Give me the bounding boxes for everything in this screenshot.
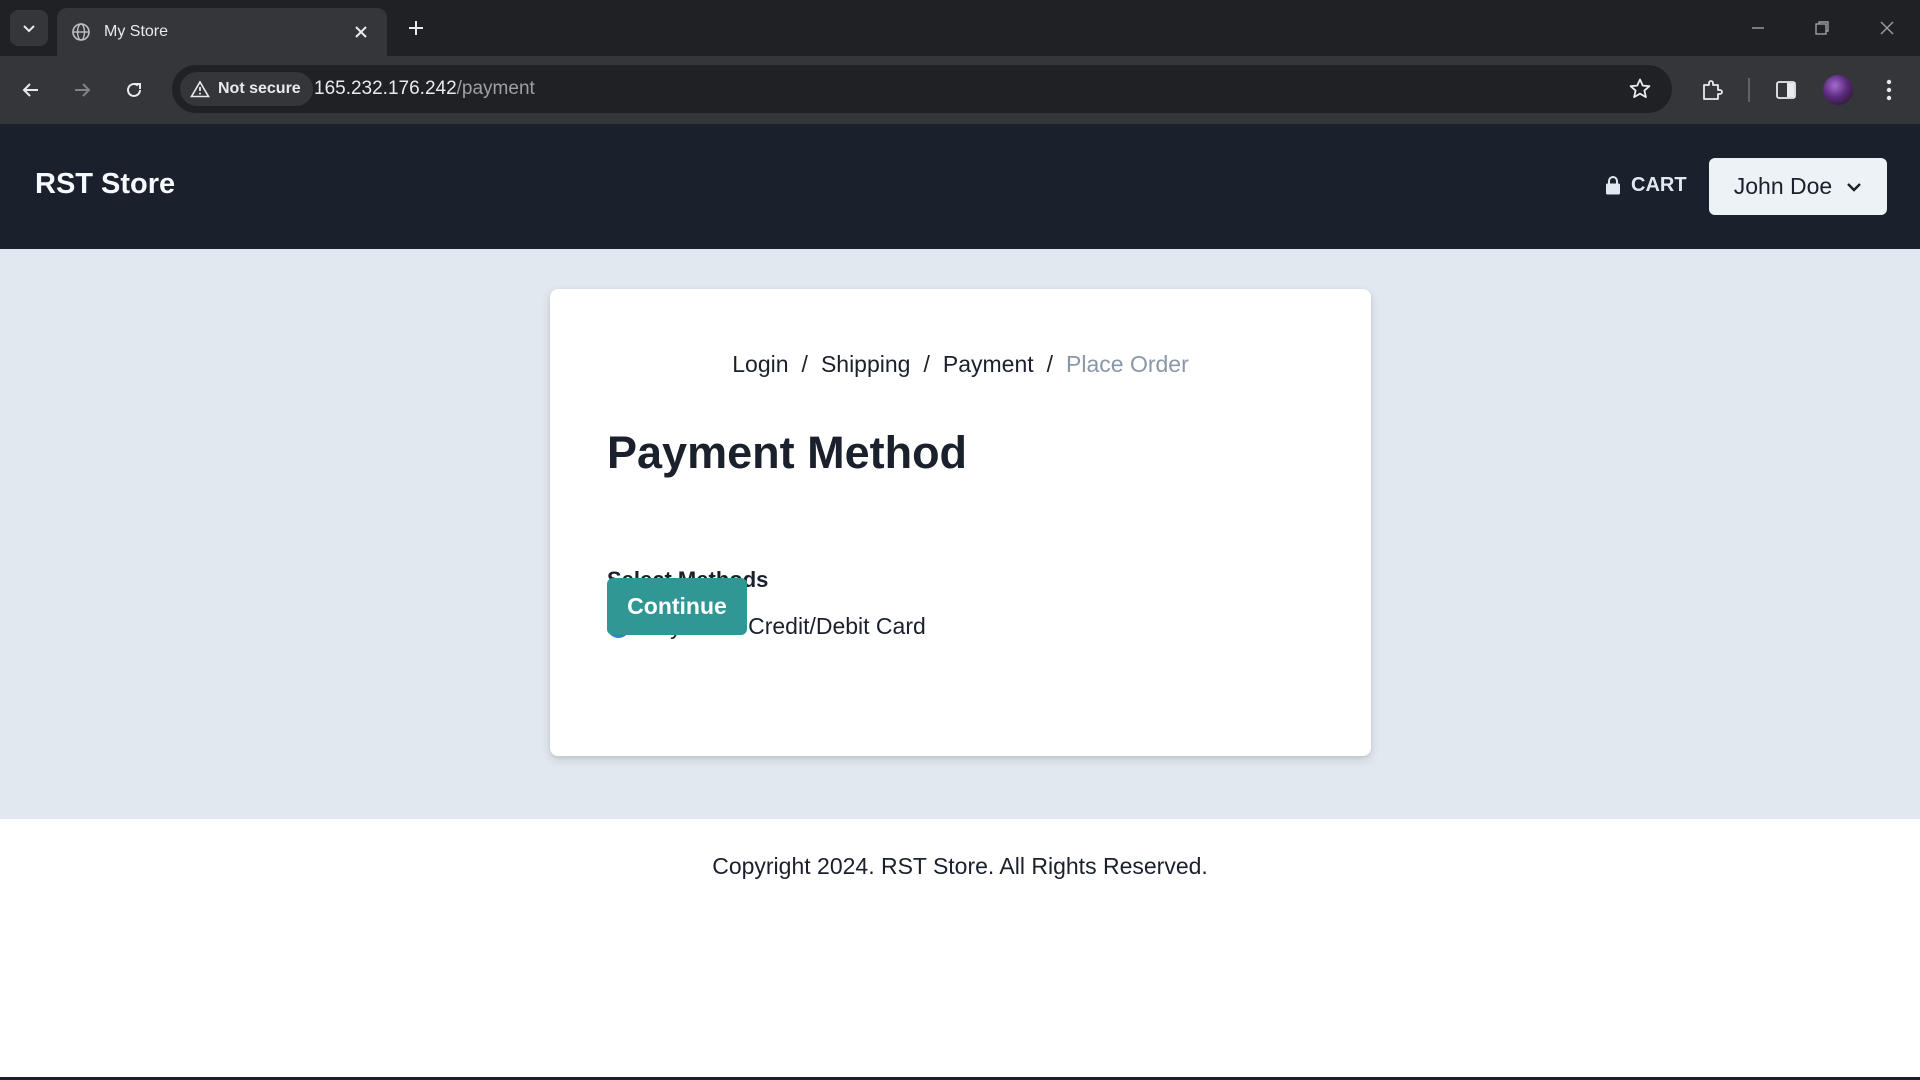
toolbar-divider	[1748, 78, 1750, 102]
minimize-icon	[1752, 27, 1764, 29]
user-name: John Doe	[1733, 173, 1833, 199]
forward-button[interactable]	[62, 70, 102, 110]
side-panel-button[interactable]	[1766, 70, 1806, 110]
arrow-right-icon	[75, 83, 91, 97]
breadcrumb-separator: /	[923, 351, 930, 377]
back-button[interactable]	[11, 70, 51, 110]
breadcrumb-separator: /	[1046, 351, 1054, 377]
security-indicator[interactable]: Not secure	[180, 72, 313, 106]
chevron-down-icon	[23, 25, 35, 33]
site-header: RST Store CART John Doe	[0, 124, 1920, 249]
user-menu-button[interactable]: John Doe	[1709, 158, 1887, 215]
copyright-text: Copyright 2024. RST Store. All Rights Re…	[712, 853, 1208, 879]
browser-tab[interactable]: My Store	[57, 8, 387, 56]
security-label: Not secure	[218, 80, 301, 97]
new-tab-button[interactable]	[402, 14, 430, 42]
shopping-bag-icon	[1605, 176, 1621, 195]
payment-card: Login / Shipping / Payment / Place Order…	[550, 289, 1371, 756]
tab-search-button[interactable]	[10, 10, 48, 46]
warning-icon	[190, 80, 210, 98]
more-vert-icon	[1886, 79, 1892, 101]
arrow-left-icon	[22, 83, 38, 97]
url-path: /payment	[456, 78, 535, 99]
url-host: 165.232.176.242	[314, 78, 457, 99]
main-content: Login / Shipping / Payment / Place Order…	[0, 249, 1920, 819]
tab-title: My Store	[104, 23, 169, 40]
checkout-steps-breadcrumb: Login / Shipping / Payment / Place Order	[550, 351, 1371, 378]
profile-button[interactable]	[1818, 70, 1858, 110]
step-login-link[interactable]: Login	[732, 351, 788, 378]
step-payment-link[interactable]: Payment	[943, 351, 1034, 378]
plus-icon	[409, 21, 423, 35]
avatar	[1823, 75, 1853, 105]
page-title: Payment Method	[607, 427, 968, 478]
cart-link[interactable]: CART	[1605, 174, 1687, 197]
url-text[interactable]: 165.232.176.242/payment	[314, 78, 535, 100]
browser-menu-button[interactable]	[1869, 70, 1909, 110]
extensions-button[interactable]	[1692, 70, 1732, 110]
reload-button[interactable]	[114, 70, 154, 110]
browser-tab-strip: My Store	[0, 0, 1920, 56]
restore-icon	[1815, 21, 1829, 35]
cart-label: CART	[1631, 174, 1687, 196]
close-icon	[1880, 21, 1894, 35]
bookmark-star-button[interactable]	[1626, 75, 1654, 103]
brand-logo-text[interactable]: RST Store	[35, 168, 175, 201]
step-place-order-disabled: Place Order	[1066, 351, 1189, 377]
reload-icon	[127, 82, 141, 97]
site-footer: Copyright 2024. RST Store. All Rights Re…	[0, 819, 1920, 1077]
globe-icon	[71, 22, 91, 42]
step-shipping-link[interactable]: Shipping	[821, 351, 911, 378]
continue-button[interactable]: Continue	[607, 578, 747, 635]
address-bar[interactable]: Not secure 165.232.176.242/payment	[172, 65, 1672, 113]
chevron-down-icon	[1846, 182, 1862, 192]
browser-toolbar: Not secure 165.232.176.242/payment	[0, 56, 1920, 124]
close-window-button[interactable]	[1873, 14, 1901, 42]
side-panel-icon	[1776, 81, 1796, 99]
restore-window-button[interactable]	[1808, 14, 1836, 42]
breadcrumb-separator: /	[801, 351, 808, 377]
tab-close-icon[interactable]	[349, 20, 373, 44]
star-icon	[1629, 78, 1651, 98]
puzzle-icon	[1703, 80, 1723, 100]
minimize-window-button[interactable]	[1744, 14, 1772, 42]
